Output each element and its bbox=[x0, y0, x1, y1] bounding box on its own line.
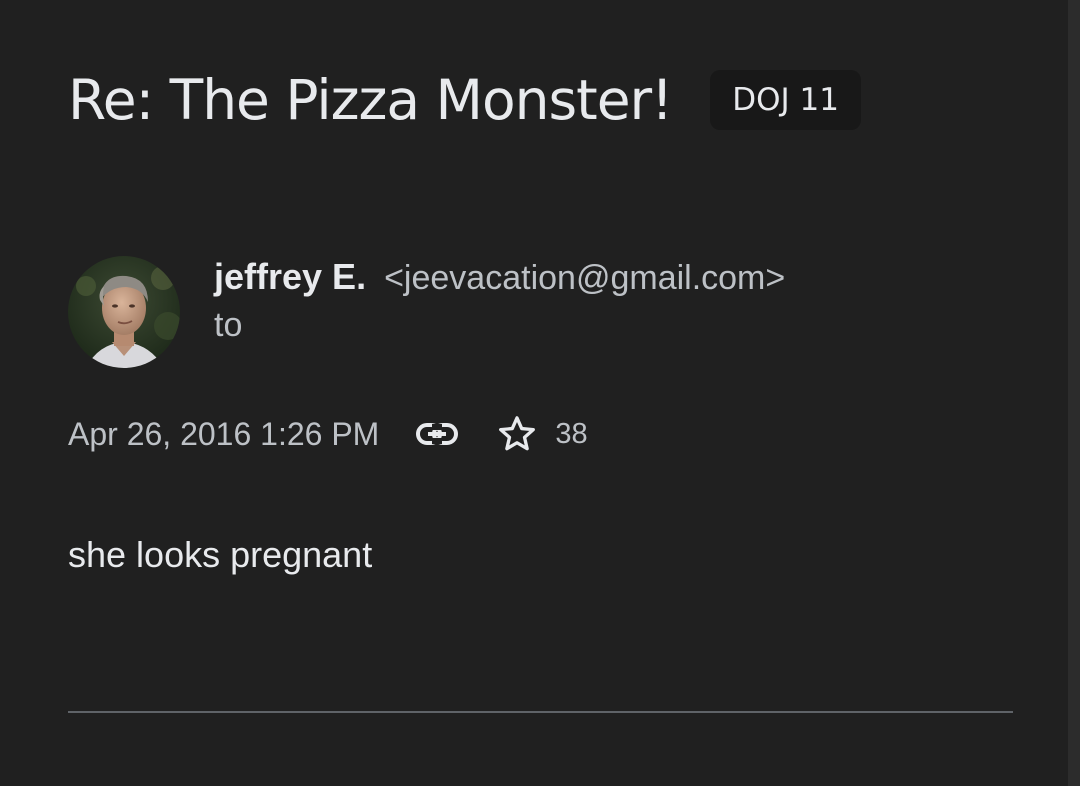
sender-email[interactable]: <jeevacation@gmail.com> bbox=[384, 259, 785, 298]
star-count: 38 bbox=[555, 417, 588, 450]
sender-avatar[interactable] bbox=[68, 256, 180, 368]
label-chip[interactable]: DOJ 11 bbox=[710, 70, 861, 130]
sender-info: jeffrey E. <jeevacation@gmail.com> bbox=[214, 256, 785, 298]
subject-header: Re: The Pizza Monster! DOJ 11 bbox=[68, 68, 861, 132]
link-icon[interactable] bbox=[413, 410, 461, 458]
sender-name[interactable]: jeffrey E. bbox=[214, 256, 366, 298]
divider bbox=[68, 711, 1013, 713]
star-outline-icon[interactable] bbox=[493, 410, 541, 458]
scrollbar-track[interactable] bbox=[1068, 0, 1080, 786]
message-body: she looks pregnant bbox=[68, 534, 373, 575]
email-view: Re: The Pizza Monster! DOJ 11 jeffrey E.… bbox=[0, 0, 1080, 786]
email-subject: Re: The Pizza Monster! bbox=[68, 68, 673, 132]
message-date: Apr 26, 2016 1:26 PM bbox=[68, 415, 380, 452]
avatar-photo bbox=[68, 256, 180, 368]
message-meta: Apr 26, 2016 1:26 PM 38 bbox=[68, 410, 588, 458]
recipient-line[interactable]: to bbox=[214, 306, 242, 345]
